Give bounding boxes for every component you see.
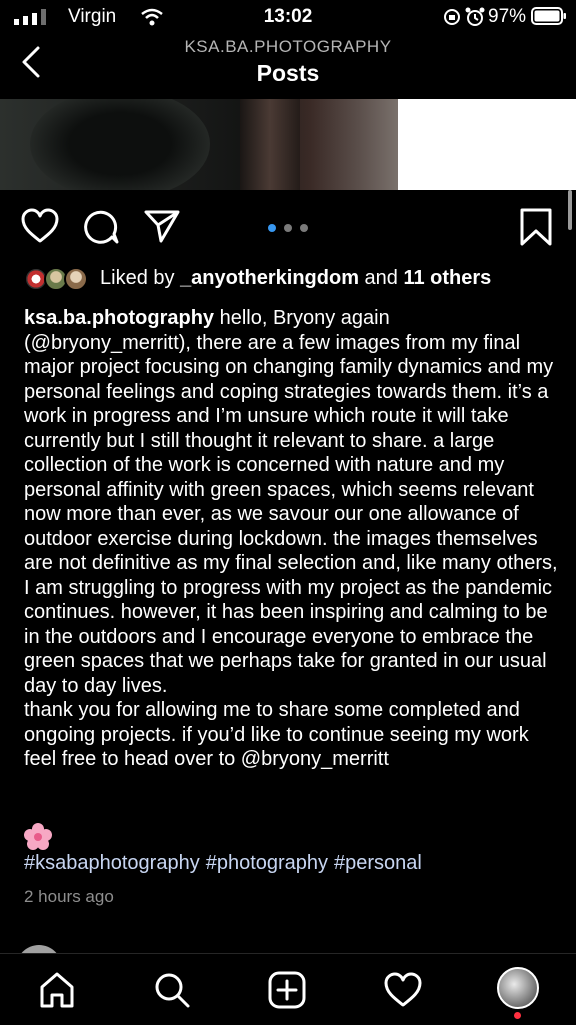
- comment-bubble-icon[interactable]: [82, 208, 120, 244]
- post-timestamp: 2 hours ago: [24, 887, 114, 906]
- hashtag-link[interactable]: #personal: [334, 852, 422, 874]
- likes-middle: and: [358, 267, 404, 289]
- activity-heart-icon[interactable]: [384, 972, 422, 1008]
- account-name: KSA.BA.PHOTOGRAPHY: [184, 37, 392, 56]
- likes-prefix: Liked by: [100, 267, 181, 289]
- bottom-navigation: [0, 953, 576, 1025]
- cherry-blossom-icon: [24, 823, 52, 851]
- carousel-dot-active: [268, 224, 276, 232]
- bookmark-icon[interactable]: [519, 207, 553, 247]
- caption-paragraph-1: hello, Bryony again (@bryony_merritt), t…: [24, 307, 558, 697]
- orientation-lock-icon: [444, 9, 460, 25]
- hashtag-link[interactable]: #ksabaphotography: [24, 852, 200, 874]
- home-icon[interactable]: [38, 971, 76, 1009]
- scrollbar[interactable]: [568, 190, 572, 230]
- paper-plane-icon[interactable]: [143, 208, 181, 244]
- battery-icon: [531, 7, 566, 25]
- page-title: Posts: [256, 60, 320, 86]
- post-caption: ksa.ba.photography hello, Bryony again (…: [24, 306, 560, 772]
- status-bar: Virgin 13:02 97%: [0, 0, 576, 34]
- liker-avatar[interactable]: [64, 267, 88, 291]
- caption-username[interactable]: ksa.ba.photography: [24, 307, 214, 329]
- notification-dot: [514, 1012, 521, 1019]
- liker-username[interactable]: _anyotherkingdom: [180, 267, 359, 289]
- heart-outline-icon[interactable]: [21, 208, 59, 244]
- hashtags: #ksabaphotography #photography #personal: [24, 852, 560, 875]
- carousel-dot: [300, 224, 308, 232]
- likes-others[interactable]: 11 others: [403, 267, 491, 289]
- battery-percent: 97%: [488, 6, 527, 27]
- profile-avatar[interactable]: [497, 967, 539, 1009]
- likes-summary[interactable]: Liked by _anyotherkingdom and 11 others: [100, 267, 491, 290]
- hashtag-link[interactable]: #photography: [206, 852, 328, 874]
- alarm-icon: [465, 7, 485, 26]
- next-photo-edge: [398, 99, 576, 190]
- add-square-icon[interactable]: [268, 971, 306, 1009]
- caption-paragraph-2: thank you for allowing me to share some …: [24, 699, 529, 770]
- search-icon[interactable]: [153, 971, 191, 1009]
- carousel-dot: [284, 224, 292, 232]
- post-photo: [0, 99, 398, 190]
- post-image[interactable]: [0, 99, 576, 190]
